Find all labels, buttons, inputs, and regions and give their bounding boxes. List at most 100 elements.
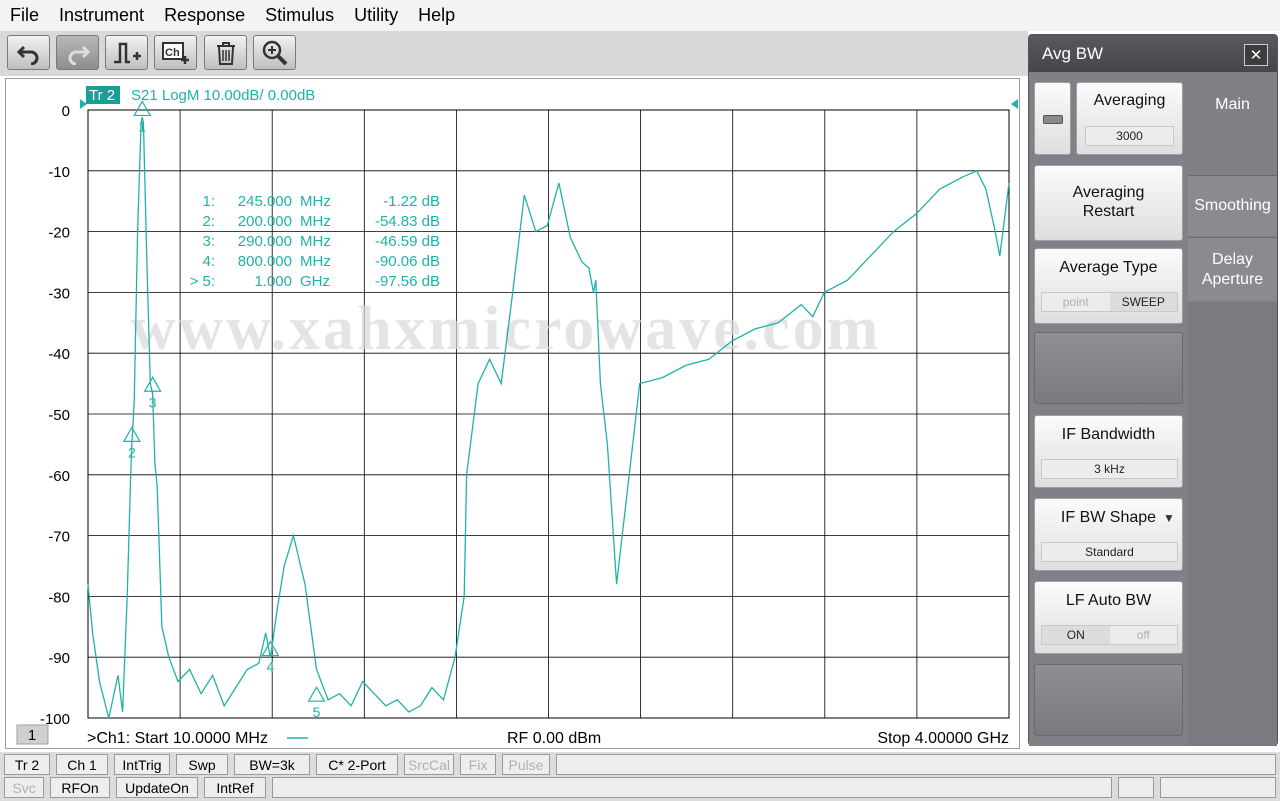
average-type-button[interactable]: Average Type point SWEEP bbox=[1034, 248, 1183, 324]
add-marker-button[interactable] bbox=[105, 35, 148, 70]
marker-triangle-icon bbox=[307, 685, 326, 702]
tab-delay-aperture[interactable]: Delay Aperture bbox=[1188, 237, 1277, 301]
marker-1[interactable]: 1 bbox=[133, 100, 152, 134]
status-sweep[interactable]: Swp bbox=[176, 754, 228, 775]
if-bw-shape-field[interactable]: Standard bbox=[1041, 542, 1178, 562]
averaging-toggle-button[interactable] bbox=[1034, 82, 1071, 155]
start-frequency[interactable]: >Ch1: Start 10.0000 MHz bbox=[87, 730, 268, 747]
average-type-sweep[interactable]: SWEEP bbox=[1109, 293, 1177, 311]
marker-3-value: -46.59 dB bbox=[375, 233, 440, 250]
y-tick-label: -50 bbox=[48, 407, 70, 424]
marker-add-icon bbox=[113, 42, 141, 63]
marker-1-value: -1.22 dB bbox=[383, 193, 440, 210]
empty-softkey-1 bbox=[1034, 332, 1183, 404]
status-int-ref[interactable]: IntRef bbox=[204, 777, 266, 798]
lf-auto-bw-button[interactable]: LF Auto BW ON off bbox=[1034, 581, 1183, 654]
restart-label-line1: Averaging bbox=[1072, 184, 1145, 201]
marker-2-unit: MHz bbox=[300, 213, 331, 230]
y-tick-label: -30 bbox=[48, 285, 70, 302]
source-power[interactable]: RF 0.00 dBm bbox=[507, 730, 601, 747]
reference-right-arrow bbox=[1011, 99, 1018, 109]
status-trigger[interactable]: IntTrig bbox=[114, 754, 170, 775]
menu-response[interactable]: Response bbox=[164, 5, 245, 26]
menu-bar: File Instrument Response Stimulus Utilit… bbox=[0, 0, 1280, 31]
reference-left-arrow bbox=[80, 99, 87, 109]
y-tick-label: -80 bbox=[48, 589, 70, 606]
if-bandwidth-label: IF Bandwidth bbox=[1061, 426, 1156, 443]
averaging-button[interactable]: Averaging 3000 bbox=[1076, 82, 1183, 155]
marker-triangle-icon bbox=[143, 376, 162, 392]
y-tick-label: -20 bbox=[48, 225, 70, 242]
marker-layer: 1 2 3 4 5 bbox=[122, 100, 326, 720]
average-type-selector[interactable]: point SWEEP bbox=[1041, 292, 1178, 312]
toggle-indicator-icon bbox=[1043, 115, 1063, 124]
marker-label: 5 bbox=[313, 704, 321, 720]
zoom-button[interactable] bbox=[253, 35, 296, 70]
marker-2-id: 2: bbox=[202, 213, 215, 230]
lf-auto-bw-selector[interactable]: ON off bbox=[1041, 625, 1178, 645]
y-tick-label: -90 bbox=[48, 650, 70, 667]
status-service[interactable]: Svc bbox=[4, 777, 44, 798]
if-bandwidth-button[interactable]: IF Bandwidth 3 kHz bbox=[1034, 415, 1183, 488]
marker-2-value: -54.83 dB bbox=[375, 213, 440, 230]
marker-4-id: 4: bbox=[202, 253, 215, 270]
menu-file[interactable]: File bbox=[10, 5, 39, 26]
average-type-point[interactable]: point bbox=[1042, 293, 1110, 311]
status-pulse[interactable]: Pulse bbox=[502, 754, 550, 775]
lf-auto-bw-on[interactable]: ON bbox=[1042, 626, 1110, 644]
marker-5[interactable]: 5 bbox=[307, 685, 326, 720]
trace-plot[interactable]: www.xahxmicrowave.com 0 -10 -20 -30 -40 -50 -6… bbox=[6, 79, 1019, 748]
marker-label: 1 bbox=[138, 118, 146, 134]
restart-label-line2: Restart bbox=[1082, 203, 1135, 220]
panel-header: Avg BW bbox=[1029, 35, 1277, 72]
stop-frequency[interactable]: Stop 4.00000 GHz bbox=[877, 730, 1009, 747]
y-tick-label: 0 bbox=[62, 103, 70, 120]
chevron-down-icon: ▼ bbox=[1163, 511, 1175, 525]
lf-auto-bw-off[interactable]: off bbox=[1110, 626, 1178, 644]
trash-icon bbox=[216, 41, 235, 65]
status-fix[interactable]: Fix bbox=[460, 754, 496, 775]
menu-utility[interactable]: Utility bbox=[354, 5, 398, 26]
add-channel-button[interactable]: Ch bbox=[154, 35, 197, 70]
status-trace[interactable]: Tr 2 bbox=[4, 754, 50, 775]
tab-smoothing[interactable]: Smoothing bbox=[1188, 175, 1277, 236]
marker-3[interactable]: 3 bbox=[143, 376, 162, 410]
marker-3-unit: MHz bbox=[300, 233, 331, 250]
panel-title: Avg BW bbox=[1042, 44, 1104, 63]
if-bandwidth-field[interactable]: 3 kHz bbox=[1041, 459, 1178, 479]
y-tick-label: -70 bbox=[48, 529, 70, 546]
tab-smoothing-label: Smoothing bbox=[1194, 197, 1271, 214]
undo-icon bbox=[16, 45, 38, 65]
menu-stimulus[interactable]: Stimulus bbox=[265, 5, 334, 26]
delete-button[interactable] bbox=[204, 35, 247, 70]
tab-filler bbox=[1188, 302, 1277, 746]
marker-3-freq: 290.000 bbox=[238, 233, 292, 250]
panel-close-button[interactable]: ✕ bbox=[1244, 44, 1268, 66]
toolbar: Ch bbox=[0, 31, 1028, 76]
marker-4[interactable]: 4 bbox=[261, 640, 280, 675]
tab-main-label: Main bbox=[1215, 96, 1250, 113]
status-bandwidth[interactable]: BW=3k bbox=[234, 754, 310, 775]
averaging-count-field[interactable]: 3000 bbox=[1085, 126, 1174, 146]
status-channel[interactable]: Ch 1 bbox=[56, 754, 108, 775]
undo-button[interactable] bbox=[7, 35, 50, 70]
trace-badge[interactable]: Tr 2 bbox=[89, 87, 115, 104]
menu-instrument[interactable]: Instrument bbox=[59, 5, 144, 26]
averaging-restart-button[interactable]: Averaging Restart bbox=[1034, 165, 1183, 241]
marker-4-freq: 800.000 bbox=[238, 253, 292, 270]
status-indicator-1 bbox=[1118, 777, 1154, 798]
status-bar: Tr 2 Ch 1 IntTrig Swp BW=3k C* 2-Port Sr… bbox=[0, 752, 1280, 801]
status-calibration[interactable]: C* 2-Port bbox=[316, 754, 398, 775]
tab-main[interactable]: Main bbox=[1188, 72, 1277, 138]
status-rf-on[interactable]: RFOn bbox=[50, 777, 110, 798]
marker-1-id: 1: bbox=[202, 193, 215, 210]
menu-help[interactable]: Help bbox=[418, 5, 455, 26]
redo-button[interactable] bbox=[56, 35, 99, 70]
y-tick-label: -60 bbox=[48, 468, 70, 485]
empty-softkey-2 bbox=[1034, 664, 1183, 736]
if-bw-shape-button[interactable]: IF BW Shape ▼ Standard bbox=[1034, 498, 1183, 571]
status-update-on[interactable]: UpdateOn bbox=[116, 777, 198, 798]
status-message-area-2 bbox=[272, 777, 1112, 798]
status-srccal[interactable]: SrcCal bbox=[404, 754, 454, 775]
averaging-label: Averaging bbox=[1093, 92, 1166, 109]
